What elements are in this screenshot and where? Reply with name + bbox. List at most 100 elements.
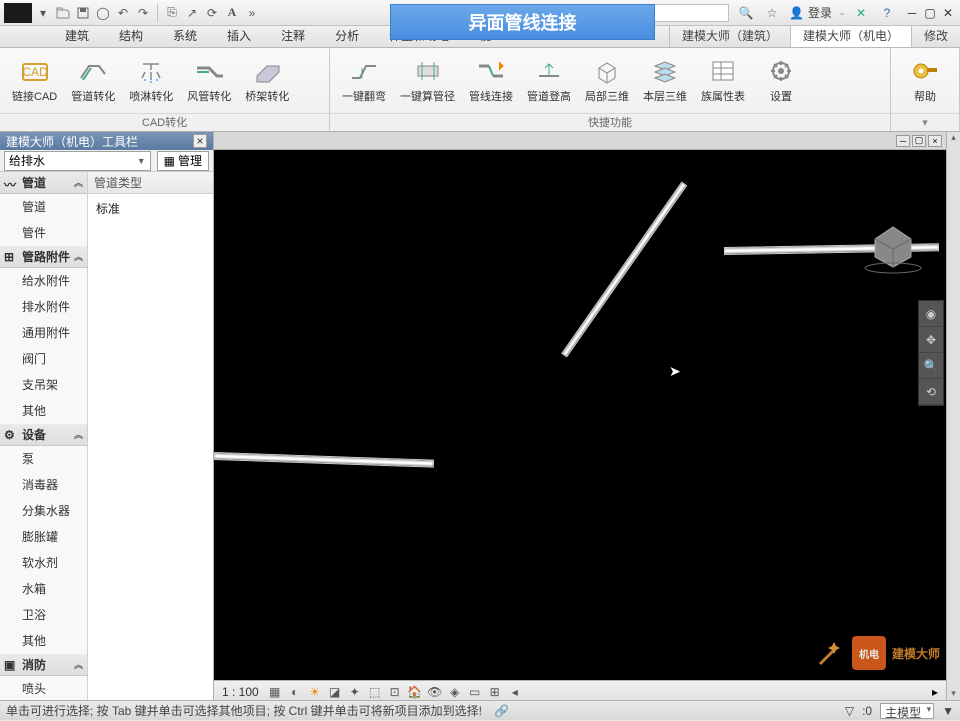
main-model-combo[interactable]: 主模型 <box>880 703 934 719</box>
constraints-icon[interactable]: ⊞ <box>487 684 503 700</box>
bar-right-icon[interactable]: ▸ <box>932 685 938 699</box>
worksharing-icon[interactable]: ▭ <box>467 684 483 700</box>
text-icon[interactable]: A <box>223 4 241 22</box>
tray-convert-button[interactable]: 桥架转化 <box>239 55 295 106</box>
tree-item[interactable]: 水箱 <box>0 576 87 602</box>
temp-hide-icon[interactable]: 👁 <box>427 684 443 700</box>
settings-button[interactable]: 设置 <box>753 55 809 106</box>
nav-wheel-icon[interactable]: ◉ <box>919 301 943 327</box>
manage-button[interactable]: ▦ 管理 <box>157 151 209 171</box>
tab-structure[interactable]: 结构 <box>104 23 158 47</box>
tree-item[interactable]: 消毒器 <box>0 472 87 498</box>
tab-insert[interactable]: 插入 <box>212 23 266 47</box>
tab-architecture[interactable]: 建筑 <box>50 23 104 47</box>
exchange-icon[interactable]: ✕ <box>852 4 870 22</box>
tree-item[interactable]: 其他 <box>0 398 87 424</box>
sync-icon[interactable]: ◯ <box>94 4 112 22</box>
help-button[interactable]: 帮助 <box>897 55 953 106</box>
minimize-button[interactable]: ─ <box>904 5 920 21</box>
sprinkler-convert-button[interactable]: 喷淋转化 <box>123 55 179 106</box>
tab-system[interactable]: 系统 <box>158 23 212 47</box>
tab-annotate[interactable]: 注释 <box>266 23 320 47</box>
lock-3d-icon[interactable]: 🏠 <box>407 684 423 700</box>
selection-icon[interactable]: ▽ <box>845 704 854 718</box>
pipe-horizontal-left[interactable] <box>214 452 434 468</box>
nav-orbit-icon[interactable]: ⟲ <box>919 379 943 405</box>
crop-region-icon[interactable]: ⊡ <box>387 684 403 700</box>
3d-canvas[interactable]: ◉ ✥ 🔍 ⟲ ➤ 机电 建模大师 <box>214 150 946 680</box>
ribbon-expand-icon[interactable]: ▾ <box>891 113 959 131</box>
one-click-diameter-button[interactable]: 一键算管径 <box>394 55 461 106</box>
app-logo[interactable] <box>4 3 32 23</box>
tree-item[interactable]: 支吊架 <box>0 372 87 398</box>
tree-header-fittings[interactable]: ⊞管路附件︽ <box>0 246 87 268</box>
local-3d-button[interactable]: 局部三维 <box>579 55 635 106</box>
tree-item[interactable]: 管道 <box>0 194 87 220</box>
view-maximize-button[interactable]: ▢ <box>912 135 926 147</box>
nav-zoom-icon[interactable]: 🔍 <box>919 353 943 379</box>
family-props-button[interactable]: 族属性表 <box>695 55 751 106</box>
dim-icon[interactable]: ⟳ <box>203 4 221 22</box>
vertical-scrollbar[interactable]: ▴ ▾ <box>946 132 960 702</box>
search-icon[interactable]: 🔍 <box>737 4 755 22</box>
one-click-bend-button[interactable]: 一键翻弯 <box>336 55 392 106</box>
tab-master-mep[interactable]: 建模大师（机电） <box>790 24 911 47</box>
nav-pan-icon[interactable]: ✥ <box>919 327 943 353</box>
user-login[interactable]: 👤 登录 <box>789 4 832 21</box>
tree-header-fire[interactable]: ▣消防︽ <box>0 654 87 676</box>
bar-more-icon[interactable]: ◂ <box>507 684 523 700</box>
tree-item[interactable]: 分集水器 <box>0 498 87 524</box>
tree-item[interactable]: 管件 <box>0 220 87 246</box>
detail-level-icon[interactable]: ▦ <box>267 684 283 700</box>
maximize-button[interactable]: ▢ <box>922 5 938 21</box>
link-icon[interactable]: ⎘ <box>163 4 181 22</box>
reveal-hidden-icon[interactable]: ◈ <box>447 684 463 700</box>
tree-item[interactable]: 通用附件 <box>0 320 87 346</box>
tree-item[interactable]: 卫浴 <box>0 602 87 628</box>
sun-path-icon[interactable]: ☀ <box>307 684 323 700</box>
floor-3d-button[interactable]: 本层三维 <box>637 55 693 106</box>
status-icon[interactable]: 🔗 <box>494 704 509 718</box>
view-close-button[interactable]: × <box>928 135 942 147</box>
star-icon[interactable]: ☆ <box>763 4 781 22</box>
tree-item[interactable]: 泵 <box>0 446 87 472</box>
tree-item[interactable]: 膨胀罐 <box>0 524 87 550</box>
filter-icon[interactable]: ▼ <box>942 704 954 718</box>
pipe-convert-button[interactable]: 管道转化 <box>65 55 121 106</box>
undo-icon[interactable]: ↶ <box>114 4 132 22</box>
pipe-elevate-button[interactable]: 管道登高 <box>521 55 577 106</box>
tree-item[interactable]: 排水附件 <box>0 294 87 320</box>
tree-header-pipe[interactable]: 〰管道︽ <box>0 172 87 194</box>
redo-icon[interactable]: ↷ <box>134 4 152 22</box>
crop-view-icon[interactable]: ⬚ <box>367 684 383 700</box>
tree-item[interactable]: 其他 <box>0 628 87 654</box>
tab-analyze[interactable]: 分析 <box>320 23 374 47</box>
qat-more-icon[interactable]: » <box>243 4 261 22</box>
rendering-icon[interactable]: ✦ <box>347 684 363 700</box>
pipeline-connect-button[interactable]: 管线连接 <box>463 55 519 106</box>
tree-item[interactable]: 软水剂 <box>0 550 87 576</box>
qat-dropdown-icon[interactable]: ▾ <box>34 4 52 22</box>
tab-master-arch[interactable]: 建模大师（建筑） <box>669 24 790 47</box>
type-item-standard[interactable]: 标准 <box>88 194 213 223</box>
scale-value[interactable]: 1 : 100 <box>222 685 259 699</box>
tree-item[interactable]: 给水附件 <box>0 268 87 294</box>
view-minimize-button[interactable]: ─ <box>896 135 910 147</box>
tab-modify[interactable]: 修改 <box>911 24 960 47</box>
measure-icon[interactable]: ↗ <box>183 4 201 22</box>
close-button[interactable]: ✕ <box>940 5 956 21</box>
open-icon[interactable] <box>54 4 72 22</box>
tree-item[interactable]: 喷头 <box>0 676 87 702</box>
pipe-diagonal[interactable] <box>561 181 687 357</box>
system-combo[interactable]: 给排水 ▼ <box>4 151 151 171</box>
panel-close-button[interactable]: × <box>193 134 207 148</box>
view-scrollbar[interactable] <box>531 687 924 697</box>
duct-convert-button[interactable]: 风管转化 <box>181 55 237 106</box>
tree-header-equipment[interactable]: ⚙设备︽ <box>0 424 87 446</box>
shadows-icon[interactable]: ◪ <box>327 684 343 700</box>
link-cad-button[interactable]: CAD链接CAD <box>6 55 63 106</box>
help-icon[interactable]: ? <box>878 4 896 22</box>
save-icon[interactable] <box>74 4 92 22</box>
tree-item[interactable]: 阀门 <box>0 346 87 372</box>
view-cube[interactable] <box>856 220 931 275</box>
